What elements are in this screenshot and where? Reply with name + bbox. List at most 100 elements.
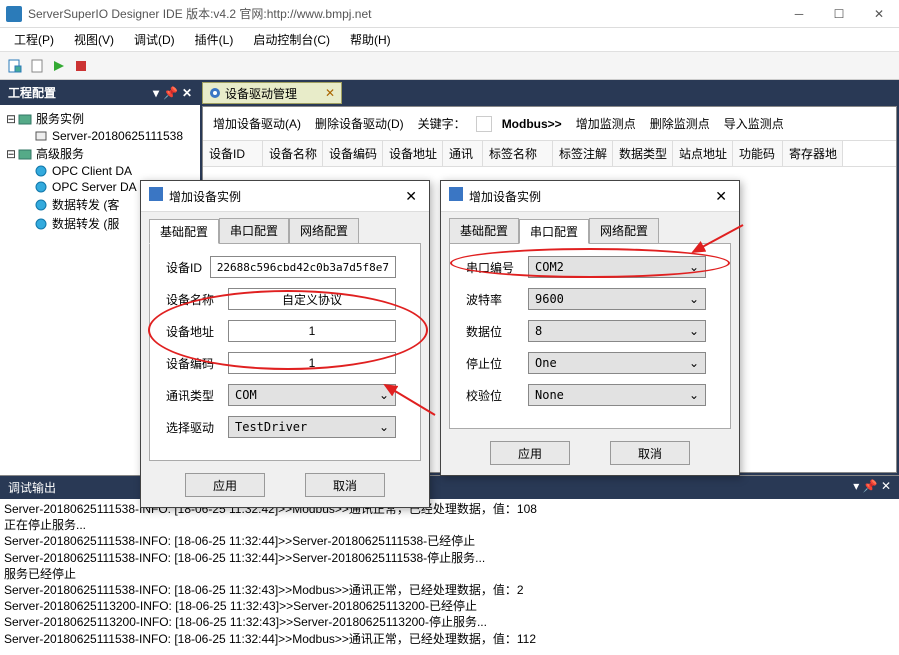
parity-select[interactable]: None⌄ — [528, 384, 706, 406]
log-line: Server-20180625111538-INFO: [18-06-25 11… — [4, 550, 895, 566]
minimize-button[interactable]: ─ — [779, 0, 819, 28]
stopbits-select[interactable]: One⌄ — [528, 352, 706, 374]
menu-project[interactable]: 工程(P) — [8, 29, 60, 50]
device-code-input[interactable]: 1 — [228, 352, 396, 374]
dropdown-icon[interactable]: ▾ — [853, 479, 859, 493]
menubar: 工程(P) 视图(V) 调试(D) 插件(L) 启动控制台(C) 帮助(H) — [0, 28, 899, 52]
device-id-label: 设备ID — [158, 259, 210, 276]
tab-network[interactable]: 网络配置 — [589, 218, 659, 243]
run-icon[interactable] — [50, 57, 68, 75]
chevron-down-icon: ⌄ — [689, 324, 699, 338]
add-device-dialog-serial: 增加设备实例 ✕ 基础配置 串口配置 网络配置 串口编号COM2⌄ 波特率960… — [440, 180, 740, 476]
col-id: 设备ID — [203, 141, 263, 166]
col-tag: 标签名称 — [483, 141, 553, 166]
chevron-down-icon: ⌄ — [379, 420, 389, 434]
log-line: 服务已经停止 — [4, 566, 895, 582]
dialog-icon — [449, 187, 463, 201]
cancel-button[interactable]: 取消 — [610, 441, 690, 465]
menu-help[interactable]: 帮助(H) — [344, 29, 397, 50]
chevron-down-icon: ⌄ — [379, 388, 389, 402]
modbus-label: Modbus>> — [498, 115, 566, 133]
app-icon — [6, 6, 22, 22]
col-tagnote: 标签注解 — [553, 141, 613, 166]
dialog1-close-button[interactable]: ✕ — [401, 188, 421, 205]
tree-root[interactable]: ⊟服务实例 — [4, 109, 196, 128]
maximize-button[interactable]: ☐ — [819, 0, 859, 28]
comm-type-select[interactable]: COM⌄ — [228, 384, 396, 406]
add-device-dialog-basic: 增加设备实例 ✕ 基础配置 串口配置 网络配置 设备ID22688c596cbd… — [140, 180, 430, 508]
device-code-label: 设备编码 — [158, 355, 228, 372]
log-line: Server-20180625111538-INFO: [18-06-25 11… — [4, 582, 895, 598]
baud-label: 波特率 — [458, 291, 528, 308]
comm-type-label: 通讯类型 — [158, 387, 228, 404]
menu-console[interactable]: 启动控制台(C) — [247, 29, 336, 50]
import-monitor-button[interactable]: 导入监测点 — [720, 113, 788, 134]
add-driver-button[interactable]: 增加设备驱动(A) — [209, 113, 305, 134]
output-panel: 调试输出 ▾ 📌 ✕ Server-20180625111538-INFO: [… — [0, 475, 899, 655]
grid-header: 设备ID 设备名称 设备编码 设备地址 通讯 标签名称 标签注解 数据类型 站点… — [203, 141, 896, 167]
databits-label: 数据位 — [458, 323, 528, 340]
pin-icon[interactable]: 📌 — [163, 86, 178, 100]
dropdown-icon[interactable]: ▾ — [153, 86, 159, 100]
close-tab-icon[interactable]: ✕ — [325, 86, 335, 100]
databits-select[interactable]: 8⌄ — [528, 320, 706, 342]
menu-plugin[interactable]: 插件(L) — [189, 29, 240, 50]
chevron-down-icon: ⌄ — [689, 388, 699, 402]
col-code: 设备编码 — [323, 141, 383, 166]
col-site: 站点地址 — [673, 141, 733, 166]
tab-serial[interactable]: 串口配置 — [219, 218, 289, 243]
dialog2-close-button[interactable]: ✕ — [711, 188, 731, 205]
titlebar: ServerSuperIO Designer IDE 版本:v4.2 官网:ht… — [0, 0, 899, 28]
pin-icon[interactable]: 📌 — [863, 479, 878, 493]
stop-icon[interactable] — [72, 57, 90, 75]
close-button[interactable]: ✕ — [859, 0, 899, 28]
del-monitor-button[interactable]: 删除监测点 — [646, 113, 714, 134]
toolbar — [0, 52, 899, 80]
stopbits-label: 停止位 — [458, 355, 528, 372]
tab-basic[interactable]: 基础配置 — [449, 218, 519, 243]
col-name: 设备名称 — [263, 141, 323, 166]
col-dtype: 数据类型 — [613, 141, 673, 166]
log-line: Server-20180625111538-INFO: [18-06-25 11… — [4, 501, 895, 517]
tree-server[interactable]: Server-20180625111538 — [4, 128, 196, 144]
new-icon[interactable] — [6, 57, 24, 75]
doc-tab[interactable]: 设备驱动管理 ✕ — [202, 82, 342, 104]
cancel-button[interactable]: 取消 — [305, 473, 385, 497]
keyword-input[interactable] — [476, 116, 492, 132]
driver-select: TestDriver⌄ — [228, 416, 396, 438]
add-monitor-button[interactable]: 增加监测点 — [572, 113, 640, 134]
device-name-label: 设备名称 — [158, 291, 228, 308]
log-line: Server-20180625113200-INFO: [18-06-25 11… — [4, 598, 895, 614]
log-line: Server-20180625111538-INFO: [18-06-25 11… — [4, 631, 895, 647]
menu-view[interactable]: 视图(V) — [68, 29, 120, 50]
device-name-input[interactable]: 自定义协议 — [228, 288, 396, 310]
tab-serial[interactable]: 串口配置 — [519, 219, 589, 244]
close-panel-icon[interactable]: ✕ — [182, 86, 192, 100]
close-output-icon[interactable]: ✕ — [881, 479, 891, 493]
gear-icon — [209, 87, 221, 99]
device-id-input[interactable]: 22688c596cbd42c0b3a7d5f8e7 — [210, 256, 396, 278]
device-addr-input[interactable]: 1 — [228, 320, 396, 342]
chevron-down-icon: ⌄ — [689, 292, 699, 306]
tab-basic[interactable]: 基础配置 — [149, 219, 219, 244]
tab-network[interactable]: 网络配置 — [289, 218, 359, 243]
tree-opc-da[interactable]: OPC Client DA — [4, 163, 196, 179]
output-body[interactable]: Server-20180625111538-INFO: [18-06-25 11… — [0, 499, 899, 655]
tree-adv[interactable]: ⊟高级服务 — [4, 144, 196, 163]
apply-button[interactable]: 应用 — [185, 473, 265, 497]
del-driver-button[interactable]: 删除设备驱动(D) — [311, 113, 408, 134]
log-line: 正在停止服务... — [4, 517, 895, 533]
menu-debug[interactable]: 调试(D) — [128, 29, 181, 50]
log-line: Server-20180625111538-INFO: [18-06-25 11… — [4, 533, 895, 549]
file-icon[interactable] — [28, 57, 46, 75]
side-panel-title: 工程配置 ▾ 📌 ✕ — [0, 80, 200, 105]
apply-button[interactable]: 应用 — [490, 441, 570, 465]
col-addr: 设备地址 — [383, 141, 443, 166]
baud-select[interactable]: 9600⌄ — [528, 288, 706, 310]
port-label: 串口编号 — [458, 259, 528, 276]
col-comm: 通讯 — [443, 141, 483, 166]
col-func: 功能码 — [733, 141, 783, 166]
driver-label: 选择驱动 — [158, 419, 228, 436]
port-select[interactable]: COM2⌄ — [528, 256, 706, 278]
col-reg: 寄存器地 — [783, 141, 843, 166]
